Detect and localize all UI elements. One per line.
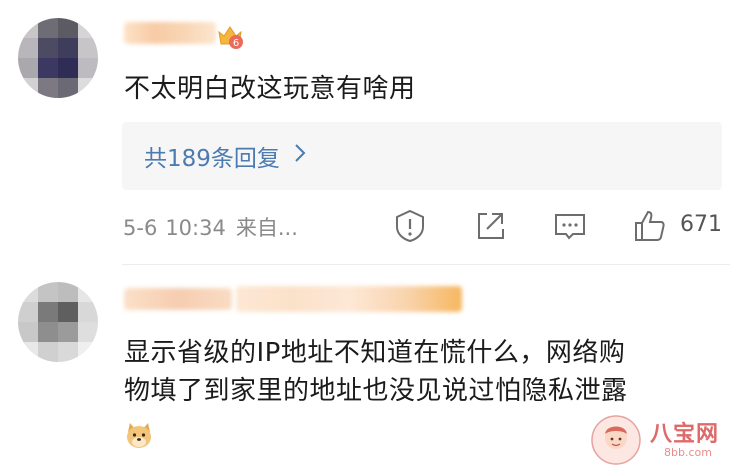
username[interactable] xyxy=(124,288,232,310)
comment-text: 不太明白改这玩意有啥用 xyxy=(124,74,416,104)
replies-count-label: 共189条回复 xyxy=(144,146,280,172)
comment-icon[interactable] xyxy=(552,208,588,244)
comment-source: 来自... xyxy=(235,216,298,240)
divider xyxy=(122,264,730,265)
vip-badge-icon: 6 xyxy=(218,26,243,49)
view-replies-link[interactable]: 共189条回复 xyxy=(144,139,306,173)
avatar[interactable] xyxy=(18,282,98,362)
comment-meta: 5-6 10:34 来自... xyxy=(123,212,298,242)
watermark-url: 8bb.com xyxy=(664,446,712,459)
like-count: 671 xyxy=(680,212,722,237)
doge-emoji-icon xyxy=(127,423,151,448)
badge-level: 6 xyxy=(233,38,239,49)
thumbs-up-icon[interactable] xyxy=(632,208,668,244)
avatar[interactable] xyxy=(18,18,98,98)
comment-time: 10:34 xyxy=(165,216,226,240)
report-icon[interactable] xyxy=(392,208,428,244)
forward-icon[interactable] xyxy=(472,208,508,244)
username-suffix xyxy=(236,286,462,312)
username[interactable] xyxy=(124,22,216,44)
comment-text-line-2: 物填了到家里的地址也没见说过怕隐私泄露 xyxy=(124,376,628,406)
watermark-name: 八宝网 xyxy=(650,422,720,447)
chevron-right-icon xyxy=(294,143,306,169)
comment-date: 5-6 xyxy=(123,216,158,240)
comment-text-line-1: 显示省级的IP地址不知道在慌什么，网络购 xyxy=(124,338,626,368)
replies-panel[interactable]: 共189条回复 xyxy=(122,122,722,190)
